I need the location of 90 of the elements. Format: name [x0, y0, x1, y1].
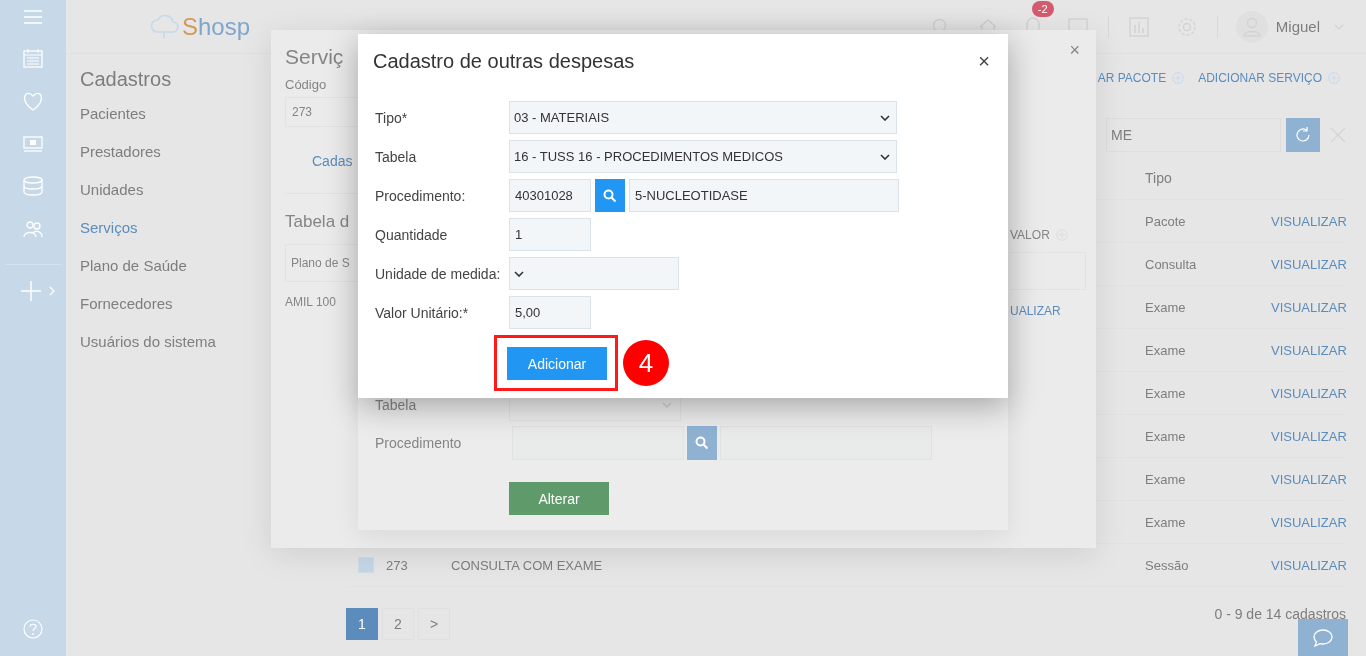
- calendar-icon[interactable]: [23, 48, 43, 68]
- add-circle-icon[interactable]: [1172, 72, 1185, 84]
- view-link[interactable]: VISUALIZAR: [1271, 557, 1347, 573]
- submenu-item[interactable]: Unidades: [80, 181, 266, 219]
- view-link[interactable]: VISUALIZAR: [1271, 213, 1347, 229]
- input-field[interactable]: 1: [509, 218, 591, 251]
- column-header: Tipo: [1145, 170, 1172, 186]
- view-link[interactable]: VISUALIZAR: [1271, 471, 1347, 487]
- page-button[interactable]: 2: [382, 608, 414, 640]
- field-label: Tipo*: [375, 109, 409, 126]
- chat-button[interactable]: [1298, 619, 1348, 656]
- close-button[interactable]: ×: [978, 49, 990, 73]
- table-cell-text: AMIL 100: [285, 295, 337, 309]
- table-cell: Sessão: [1145, 557, 1189, 573]
- user-name[interactable]: Miguel: [1275, 18, 1320, 35]
- table-cell: 273: [386, 557, 408, 573]
- add-button[interactable]: Adicionar: [507, 347, 607, 380]
- refresh-button[interactable]: [1286, 118, 1320, 152]
- field-label: Procedimento:: [375, 187, 467, 204]
- search-icon[interactable]: [603, 188, 617, 203]
- section-title: Tabela d: [285, 212, 351, 232]
- view-link[interactable]: VISUALIZAR: [1271, 428, 1347, 444]
- select-field[interactable]: 16 - TUSS 16 - PROCEDIMENTOS MEDICOS: [509, 140, 897, 173]
- description-field[interactable]: 5-NUCLEOTIDASE: [629, 179, 899, 212]
- submenu-item[interactable]: Plano de Saúde: [80, 257, 266, 295]
- field-label: Código: [285, 77, 328, 92]
- dialog-title: Cadastro de outras despesas: [373, 49, 635, 73]
- select-field[interactable]: 03 - MATERIAIS: [509, 101, 897, 134]
- submenu-item[interactable]: Serviços: [80, 219, 266, 257]
- page-button[interactable]: 1: [346, 608, 378, 640]
- field-label: Unidade de medida:: [375, 265, 502, 282]
- table-cell: Pacote: [1145, 213, 1186, 229]
- chevron-icon[interactable]: [880, 153, 890, 160]
- field-label: Valor Unitário:*: [375, 304, 470, 321]
- view-link[interactable]: VISUALIZAR: [1271, 385, 1347, 401]
- code-field[interactable]: 40301028: [509, 179, 591, 212]
- table-cell: Exame: [1145, 471, 1186, 487]
- add-circle-icon[interactable]: [1328, 72, 1340, 84]
- heart-icon[interactable]: [22, 92, 44, 112]
- field-label: Tabela: [375, 148, 418, 165]
- view-link[interactable]: VISUALIZAR: [1271, 256, 1347, 272]
- money-icon[interactable]: [23, 136, 43, 152]
- record-count: 0 - 9 de 14 cadastros: [1214, 606, 1346, 622]
- database-icon[interactable]: [23, 176, 43, 196]
- field-label: Quantidade: [375, 226, 449, 243]
- submenu-title: Cadastros: [80, 68, 173, 91]
- table-cell: Exame: [1145, 385, 1186, 401]
- action-link[interactable]: ADICIONAR SERVIÇO: [1198, 71, 1322, 85]
- plus-icon[interactable]: [21, 281, 41, 301]
- logo-text: Shosp: [182, 12, 251, 41]
- field-label: Tabela: [375, 397, 418, 413]
- dialog-title: Serviç: [285, 45, 345, 69]
- search-button[interactable]: [595, 179, 625, 212]
- table-cell: Exame: [1145, 299, 1186, 315]
- submenu-item[interactable]: Pacientes: [80, 105, 266, 143]
- select-field[interactable]: [509, 257, 679, 290]
- search-button[interactable]: [687, 426, 717, 460]
- code-field[interactable]: 273: [285, 97, 358, 127]
- view-link[interactable]: VISUALIZAR: [1271, 514, 1347, 530]
- step-badge: 4: [623, 340, 669, 386]
- search-field[interactable]: ME: [1106, 118, 1281, 152]
- change-button[interactable]: Alterar: [509, 482, 609, 515]
- submenu-item[interactable]: Fornecedores: [80, 295, 266, 333]
- column-header: VALOR: [1010, 228, 1050, 242]
- field-label: Procedimento: [375, 435, 463, 451]
- submenu-item[interactable]: Prestadores: [80, 143, 266, 181]
- people-icon[interactable]: [23, 220, 43, 240]
- view-link[interactable]: VISUALIZAR: [1271, 342, 1347, 358]
- input-field[interactable]: 5,00: [509, 296, 591, 329]
- next-page-button[interactable]: >: [418, 608, 450, 640]
- table-cell: Exame: [1145, 514, 1186, 530]
- table-cell: CONSULTA COM EXAME: [451, 557, 603, 573]
- action-link[interactable]: AR PACOTE: [1097, 71, 1167, 85]
- chevron-icon[interactable]: [514, 270, 524, 277]
- view-link[interactable]: UALIZAR: [1010, 304, 1096, 318]
- chevron-icon[interactable]: [880, 114, 890, 121]
- help-icon[interactable]: [23, 619, 43, 639]
- submenu-item[interactable]: Usuários do sistema: [80, 333, 266, 371]
- refresh-icon[interactable]: [1294, 126, 1312, 144]
- table-cell: Consulta: [1145, 256, 1197, 272]
- menu-icon[interactable]: [24, 10, 42, 24]
- close-button[interactable]: ×: [1069, 40, 1080, 61]
- table-cell: Exame: [1145, 428, 1186, 444]
- table-cell: Exame: [1145, 342, 1186, 358]
- register-button[interactable]: Cadas: [312, 153, 358, 173]
- cloud-icon: [150, 13, 180, 40]
- search-icon[interactable]: [695, 436, 709, 450]
- row-checkbox[interactable]: [358, 557, 374, 573]
- view-link[interactable]: VISUALIZAR: [1271, 299, 1347, 315]
- notification-badge: -2: [1031, 0, 1054, 17]
